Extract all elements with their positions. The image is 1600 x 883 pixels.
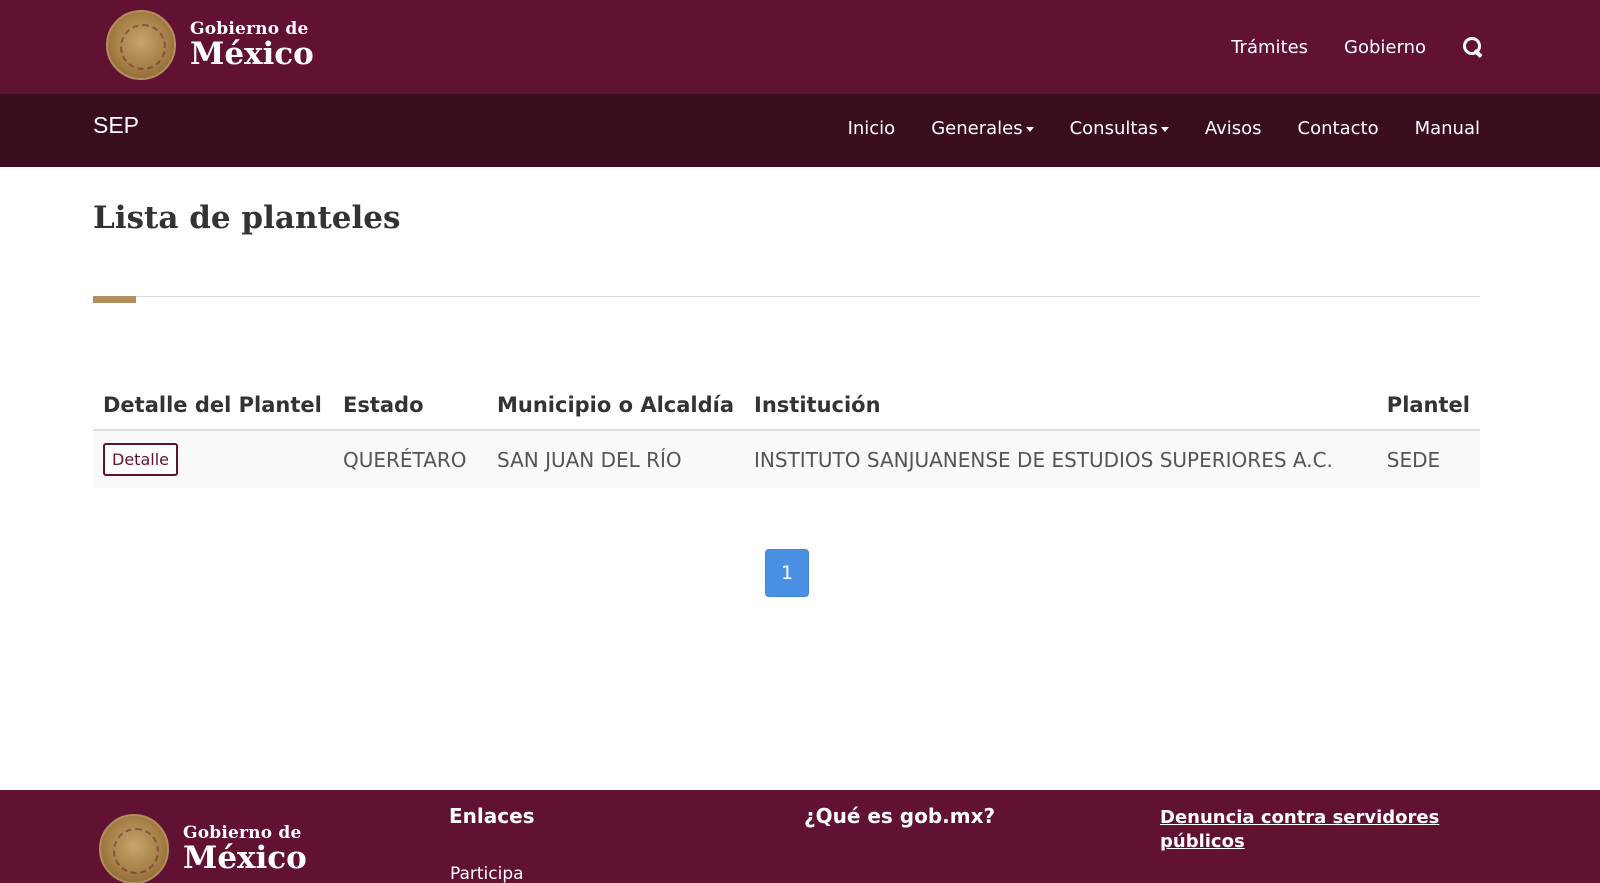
nav-manual-label: Manual: [1414, 118, 1480, 139]
cell-institucion: INSTITUTO SANJUANENSE DE ESTUDIOS SUPERI…: [744, 430, 1377, 488]
col-municipio: Municipio o Alcaldía: [487, 383, 745, 431]
cell-estado: QUERÉTARO: [333, 430, 487, 488]
table-header-row: Detalle del Plantel Estado Municipio o A…: [93, 383, 1480, 431]
col-detalle: Detalle del Plantel: [93, 383, 333, 431]
nav-generales-label: Generales: [931, 118, 1023, 139]
nav-avisos[interactable]: Avisos: [1205, 118, 1262, 139]
footer-logo[interactable]: Gobierno de México: [99, 814, 307, 883]
col-estado: Estado: [333, 383, 487, 431]
national-seal-icon: [99, 814, 169, 883]
sep-brand[interactable]: SEP: [93, 112, 139, 139]
nav-contacto-label: Contacto: [1297, 118, 1379, 139]
caret-down-icon: [1160, 127, 1169, 132]
footer-que-es-title: ¿Qué es gob.mx?: [804, 804, 996, 828]
detalle-button[interactable]: Detalle: [103, 443, 178, 476]
main-nav: Inicio Generales Consultas Avisos Contac…: [812, 118, 1480, 139]
title-divider: [93, 296, 1480, 297]
top-header: Gobierno de México Trámites Gobierno: [0, 0, 1600, 94]
planteles-table: Detalle del Plantel Estado Municipio o A…: [93, 383, 1480, 488]
top-links: Trámites Gobierno: [1231, 36, 1484, 58]
nav-consultas-label: Consultas: [1069, 118, 1158, 139]
logo-line2: México: [190, 35, 314, 72]
footer-logo-text: Gobierno de México: [183, 822, 307, 876]
tramites-link[interactable]: Trámites: [1231, 37, 1308, 58]
table-row: Detalle QUERÉTARO SAN JUAN DEL RÍO INSTI…: [93, 430, 1480, 488]
footer-denuncia-link[interactable]: Denuncia contra servidores públicos: [1160, 806, 1460, 854]
nav-inicio-label: Inicio: [847, 118, 896, 139]
pagination: 1: [765, 549, 809, 597]
search-icon[interactable]: [1462, 36, 1484, 58]
page-1-button[interactable]: 1: [765, 549, 809, 597]
caret-down-icon: [1025, 127, 1034, 132]
national-seal-icon: [106, 10, 176, 80]
col-institucion: Institución: [744, 383, 1377, 431]
nav-manual[interactable]: Manual: [1415, 118, 1480, 139]
footer: Gobierno de México Enlaces Participa ¿Qu…: [0, 790, 1600, 883]
footer-enlaces-title: Enlaces: [449, 804, 535, 828]
secondary-nav: SEP Inicio Generales Consultas Avisos Co…: [0, 94, 1600, 167]
nav-contacto[interactable]: Contacto: [1298, 118, 1379, 139]
nav-consultas[interactable]: Consultas: [1070, 118, 1169, 139]
logo-line1: Gobierno de: [190, 18, 309, 39]
cell-municipio: SAN JUAN DEL RÍO: [487, 430, 745, 488]
footer-participa-link[interactable]: Participa: [450, 864, 524, 883]
footer-logo-line2: México: [183, 839, 307, 876]
nav-generales[interactable]: Generales: [931, 118, 1034, 139]
footer-logo-line1: Gobierno de: [183, 822, 302, 843]
cell-plantel: SEDE: [1376, 430, 1480, 488]
nav-inicio[interactable]: Inicio: [848, 118, 896, 139]
nav-avisos-label: Avisos: [1204, 118, 1262, 139]
logo-text: Gobierno de México: [190, 18, 314, 72]
gobierno-logo[interactable]: Gobierno de México: [106, 10, 314, 80]
col-plantel: Plantel: [1376, 383, 1480, 431]
title-divider-accent: [93, 296, 136, 303]
gobierno-link[interactable]: Gobierno: [1344, 37, 1426, 58]
cell-detalle: Detalle: [93, 430, 333, 488]
page-title: Lista de planteles: [93, 200, 401, 236]
